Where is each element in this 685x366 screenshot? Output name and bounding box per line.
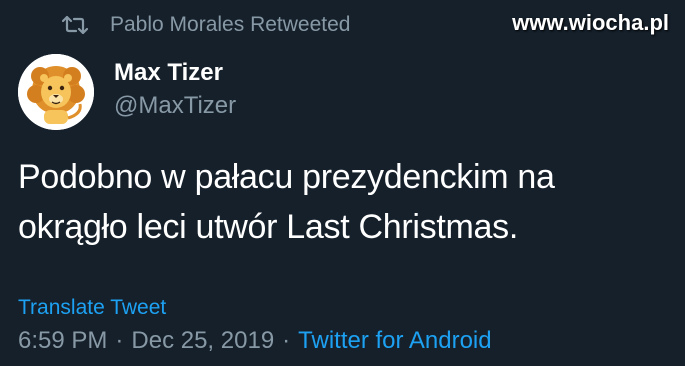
lion-avatar-icon	[18, 54, 94, 130]
tweet-time[interactable]: 6:59 PM	[18, 327, 107, 354]
retweet-indicator[interactable]: Pablo Morales Retweeted	[61, 10, 351, 40]
retweet-label: Pablo Morales Retweeted	[110, 13, 351, 36]
author-block[interactable]: Max Tizer @MaxTizer	[114, 58, 236, 122]
meta-separator: ·	[115, 327, 124, 354]
watermark: www.wiocha.pl	[512, 10, 669, 35]
translate-tweet-link[interactable]: Translate Tweet	[18, 295, 166, 321]
tweet-source-link[interactable]: Twitter for Android	[298, 327, 491, 354]
tweet-text-line: Podobno w pałacu prezydenckim na	[18, 158, 555, 196]
tweet-meta: 6:59 PM · Dec 25, 2019 · Twitter for Android	[18, 326, 492, 356]
avatar[interactable]	[18, 54, 94, 130]
retweet-icon	[61, 14, 89, 36]
tweet-date[interactable]: Dec 25, 2019	[131, 327, 274, 354]
tweet-text: Podobno w pałacu prezydenckim na okrągło…	[18, 152, 678, 252]
tweet-text-line: okrągło leci utwór Last Christmas.	[18, 208, 518, 246]
author-handle[interactable]: @MaxTizer	[114, 90, 236, 122]
author-name[interactable]: Max Tizer	[114, 58, 236, 88]
meta-separator: ·	[282, 327, 291, 354]
tweet-card: Pablo Morales Retweeted www.wiocha.pl Ma…	[0, 0, 685, 366]
